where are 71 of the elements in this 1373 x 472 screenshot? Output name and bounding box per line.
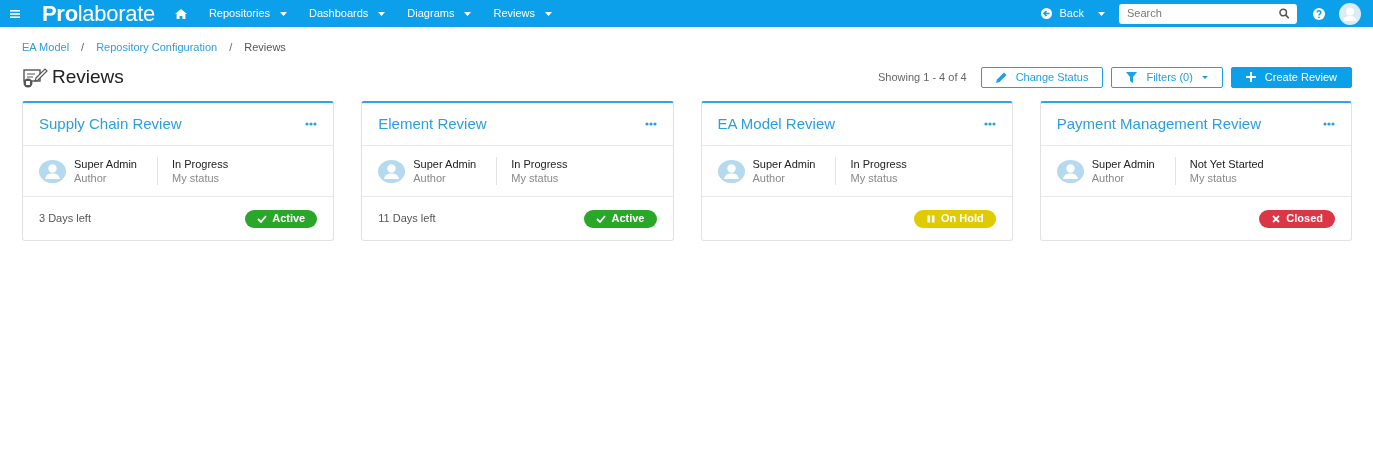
- caret-icon: [1201, 75, 1208, 79]
- author-label: Author: [74, 171, 108, 185]
- status-badge: Active: [245, 209, 318, 228]
- back-arrow-icon: [1040, 8, 1052, 19]
- author-label: Author: [413, 171, 447, 185]
- my-status-value: In Progress: [172, 157, 229, 171]
- breadcrumb-current: Reviews: [244, 39, 286, 55]
- close-icon: [1271, 213, 1282, 224]
- change-status-button[interactable]: Change Status: [980, 66, 1104, 88]
- review-title[interactable]: Payment Management Review: [1056, 112, 1261, 136]
- back-button[interactable]: Back: [1040, 5, 1105, 22]
- pencil-icon: [995, 71, 1007, 83]
- pause-icon: [925, 213, 936, 224]
- more-icon[interactable]: [644, 122, 657, 126]
- my-status-label: My status: [850, 171, 899, 185]
- days-left: 3 Days left: [39, 211, 91, 227]
- check-icon: [596, 213, 607, 224]
- my-status-value: Not Yet Started: [1189, 157, 1264, 171]
- caret-icon: [1098, 11, 1105, 16]
- my-status-label: My status: [1189, 171, 1238, 185]
- review-title[interactable]: Supply Chain Review: [39, 112, 182, 136]
- my-status-label: My status: [172, 171, 221, 185]
- filters-button[interactable]: Filters (0): [1111, 66, 1223, 88]
- author-name: Super Admin: [1091, 157, 1155, 171]
- search-field[interactable]: Search: [1119, 3, 1297, 24]
- home-icon[interactable]: [174, 8, 187, 19]
- user-avatar-icon: [39, 159, 66, 183]
- status-badge: Active: [584, 209, 657, 228]
- author-label: Author: [1091, 171, 1126, 185]
- more-icon[interactable]: [983, 122, 996, 126]
- menu-dropdown[interactable]: Diagrams: [407, 5, 472, 22]
- search-icon: [1278, 8, 1289, 19]
- author-name: Super Admin: [413, 157, 477, 171]
- user-avatar-icon: [378, 159, 406, 183]
- user-avatar-icon: [717, 159, 745, 183]
- more-icon[interactable]: [305, 122, 318, 126]
- breadcrumb-separator: /: [229, 39, 233, 55]
- my-status-value: In Progress: [850, 157, 907, 171]
- avatar-icon[interactable]: [1339, 2, 1361, 25]
- page-title: Reviews: [52, 64, 124, 89]
- breadcrumb-link[interactable]: EA Model: [22, 38, 70, 56]
- results-count: Showing 1 - 4 of 4: [877, 69, 967, 85]
- author-name: Super Admin: [752, 157, 816, 171]
- caret-icon: [464, 11, 472, 16]
- filter-icon: [1126, 71, 1138, 83]
- reviews-icon: [22, 66, 48, 88]
- breadcrumb-separator: /: [81, 39, 85, 55]
- help-icon[interactable]: [1313, 7, 1325, 20]
- author-label: Author: [752, 171, 786, 185]
- menu-dropdown[interactable]: Repositories: [208, 5, 288, 22]
- breadcrumb-link[interactable]: Repository Configuration: [96, 38, 218, 56]
- status-badge: On Hold: [913, 209, 996, 228]
- check-icon: [257, 213, 268, 224]
- review-title[interactable]: EA Model Review: [717, 112, 836, 136]
- create-review-button[interactable]: Create Review: [1230, 66, 1352, 88]
- author-name: Super Admin: [74, 157, 137, 171]
- logo[interactable]: Prolaborate: [42, 2, 155, 25]
- user-avatar-icon: [1056, 159, 1084, 183]
- more-icon[interactable]: [1323, 122, 1335, 126]
- review-title[interactable]: Element Review: [378, 112, 487, 136]
- days-left: 11 Days left: [378, 211, 436, 227]
- caret-icon: [545, 11, 552, 16]
- my-status-label: My status: [511, 171, 560, 185]
- caret-icon: [378, 11, 386, 16]
- menu-icon[interactable]: [10, 9, 20, 18]
- menu-dropdown[interactable]: Dashboards: [309, 5, 386, 22]
- caret-icon: [280, 11, 288, 16]
- plus-icon: [1245, 72, 1256, 82]
- status-badge: Closed: [1259, 209, 1335, 228]
- my-status-value: In Progress: [511, 157, 568, 171]
- menu-dropdown[interactable]: Reviews: [493, 5, 552, 22]
